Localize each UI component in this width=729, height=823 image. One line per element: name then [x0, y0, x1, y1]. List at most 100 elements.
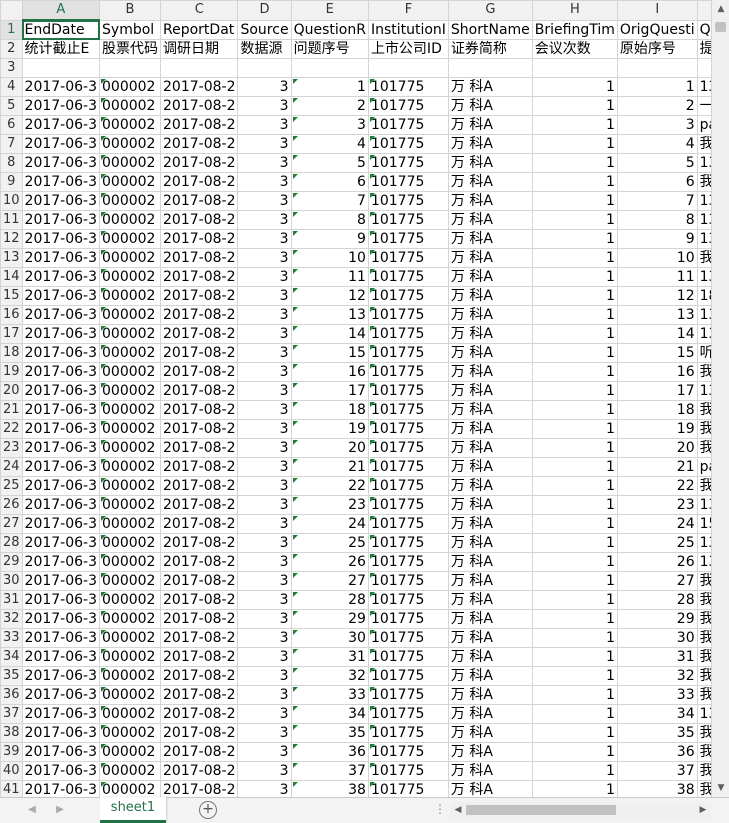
- data-cell[interactable]: 2017-08-2: [160, 343, 239, 363]
- data-cell[interactable]: 101775: [367, 229, 449, 249]
- data-cell[interactable]: 2017-08-2: [160, 780, 239, 797]
- data-cell[interactable]: 万 科A: [447, 343, 533, 363]
- scroll-left-arrow-icon[interactable]: ◀: [450, 802, 466, 818]
- data-cell[interactable]: 101775: [367, 571, 449, 591]
- data-cell[interactable]: 29: [616, 609, 698, 629]
- data-cell[interactable]: 21: [616, 457, 698, 477]
- data-cell[interactable]: 101775: [367, 723, 449, 743]
- data-cell[interactable]: 1: [531, 514, 618, 534]
- data-cell[interactable]: 2017-08-2: [160, 267, 239, 287]
- data-cell[interactable]: 101775: [367, 609, 449, 629]
- data-cell[interactable]: 38: [290, 780, 369, 797]
- data-cell[interactable]: 000002: [99, 552, 162, 572]
- data-cell[interactable]: 101775: [367, 115, 449, 135]
- data-cell[interactable]: 3: [237, 514, 292, 534]
- data-cell[interactable]: 2017-08-2: [160, 191, 239, 211]
- data-cell[interactable]: 101775: [367, 248, 449, 268]
- data-cell[interactable]: 万 科A: [447, 77, 533, 97]
- data-cell[interactable]: 3: [237, 742, 292, 762]
- data-cell[interactable]: 万 科A: [447, 210, 533, 230]
- data-cell[interactable]: 2017-08-2: [160, 742, 239, 762]
- data-cell[interactable]: 000002: [99, 77, 162, 97]
- data-cell[interactable]: 20: [290, 438, 369, 458]
- header-cell[interactable]: 调研日期: [160, 39, 239, 59]
- data-cell[interactable]: 万 科A: [447, 457, 533, 477]
- data-cell[interactable]: 3: [237, 495, 292, 515]
- row-header[interactable]: 19: [0, 362, 23, 382]
- row-header[interactable]: 30: [0, 571, 23, 591]
- data-cell[interactable]: papa: [696, 115, 711, 135]
- header-cell[interactable]: ReportDat: [160, 19, 239, 40]
- data-cell[interactable]: 101775: [367, 704, 449, 724]
- data-cell[interactable]: 36: [290, 742, 369, 762]
- data-cell[interactable]: 2017-06-3: [21, 419, 101, 439]
- data-cell[interactable]: 000002: [99, 723, 162, 743]
- data-cell[interactable]: 3: [237, 324, 292, 344]
- data-cell[interactable]: 135: [696, 381, 711, 401]
- data-cell[interactable]: 38: [616, 780, 698, 797]
- data-cell[interactable]: 101775: [367, 742, 449, 762]
- data-cell[interactable]: 2017-06-3: [21, 96, 101, 116]
- data-cell[interactable]: 2017-06-3: [21, 191, 101, 211]
- data-cell[interactable]: 101775: [367, 191, 449, 211]
- data-cell[interactable]: 万 科A: [447, 666, 533, 686]
- data-cell[interactable]: 1: [531, 267, 618, 287]
- data-cell[interactable]: 135: [696, 305, 711, 325]
- data-cell[interactable]: 000002: [99, 172, 162, 192]
- data-cell[interactable]: 3: [237, 780, 292, 797]
- data-cell[interactable]: 万 科A: [447, 723, 533, 743]
- data-cell[interactable]: 2017-08-2: [160, 324, 239, 344]
- data-cell[interactable]: 我爱: [696, 723, 711, 743]
- row-header[interactable]: 2: [0, 39, 23, 59]
- data-cell[interactable]: 1: [531, 476, 618, 496]
- data-cell[interactable]: 万 科A: [447, 476, 533, 496]
- data-cell[interactable]: 1: [531, 742, 618, 762]
- data-cell[interactable]: 1: [616, 77, 698, 97]
- row-header[interactable]: 8: [0, 153, 23, 173]
- row-header[interactable]: 23: [0, 438, 23, 458]
- data-cell[interactable]: 000002: [99, 571, 162, 591]
- header-cell[interactable]: 股票代码: [99, 39, 162, 59]
- data-cell[interactable]: 2017-06-3: [21, 229, 101, 249]
- column-header-f[interactable]: F: [367, 0, 449, 21]
- data-cell[interactable]: 3: [237, 172, 292, 192]
- previous-sheet-arrow-icon[interactable]: ◀: [24, 801, 40, 819]
- data-cell[interactable]: 我爱: [696, 419, 711, 439]
- column-header-i[interactable]: I: [616, 0, 698, 21]
- data-cell[interactable]: 1: [531, 457, 618, 477]
- empty-cell[interactable]: [531, 58, 618, 78]
- data-cell[interactable]: 2017-06-3: [21, 514, 101, 534]
- data-cell[interactable]: 22: [290, 476, 369, 496]
- data-cell[interactable]: 34: [616, 704, 698, 724]
- data-cell[interactable]: 1: [531, 571, 618, 591]
- data-cell[interactable]: 3: [237, 229, 292, 249]
- data-cell[interactable]: 1: [531, 400, 618, 420]
- data-cell[interactable]: 3: [237, 685, 292, 705]
- select-all-corner[interactable]: [0, 0, 23, 21]
- data-cell[interactable]: 我爱: [696, 647, 711, 667]
- data-cell[interactable]: 000002: [99, 590, 162, 610]
- data-cell[interactable]: 3: [237, 305, 292, 325]
- data-cell[interactable]: 000002: [99, 229, 162, 249]
- empty-cell[interactable]: [99, 58, 162, 78]
- data-cell[interactable]: 2017-06-3: [21, 286, 101, 306]
- data-cell[interactable]: 2017-06-3: [21, 134, 101, 154]
- data-cell[interactable]: 3: [237, 761, 292, 781]
- column-header-c[interactable]: C: [160, 0, 239, 21]
- data-cell[interactable]: 万 科A: [447, 115, 533, 135]
- sheet-tab[interactable]: sheet1: [100, 797, 166, 823]
- data-cell[interactable]: 2017-08-2: [160, 514, 239, 534]
- data-cell[interactable]: 000002: [99, 742, 162, 762]
- data-cell[interactable]: 2017-08-2: [160, 153, 239, 173]
- data-cell[interactable]: 101775: [367, 210, 449, 230]
- data-cell[interactable]: 101775: [367, 96, 449, 116]
- data-cell[interactable]: 万 科A: [447, 248, 533, 268]
- data-cell[interactable]: 3: [237, 419, 292, 439]
- data-cell[interactable]: 101775: [367, 666, 449, 686]
- data-cell[interactable]: 3: [237, 96, 292, 116]
- data-cell[interactable]: 000002: [99, 704, 162, 724]
- data-cell[interactable]: 11: [616, 267, 698, 287]
- data-cell[interactable]: 2017-08-2: [160, 400, 239, 420]
- data-cell[interactable]: 2017-06-3: [21, 704, 101, 724]
- data-cell[interactable]: 000002: [99, 495, 162, 515]
